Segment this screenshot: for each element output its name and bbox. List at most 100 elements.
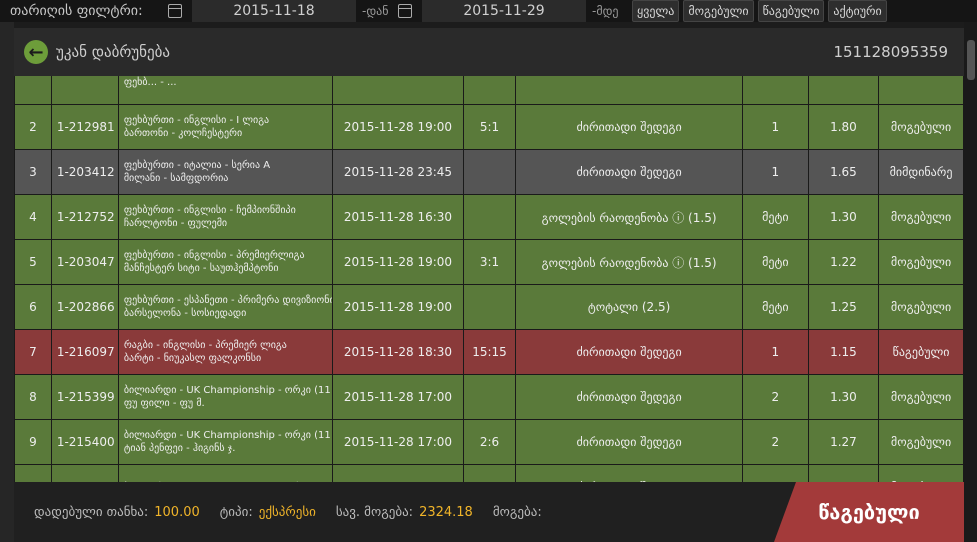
cell-score: 5:1 bbox=[462, 104, 517, 150]
cell-event: ფეხბურთი - ესპანეთი - პრიმერა დივიზიონი ბ… bbox=[117, 284, 334, 330]
event-league: ბილიარდი - UK Championship - ორკი (11 პა… bbox=[123, 385, 332, 396]
cell-odds: 1.22 bbox=[807, 239, 880, 285]
cell-code: 1-203047 bbox=[50, 239, 119, 285]
to-date-input[interactable]: 2015-11-29 bbox=[422, 0, 586, 22]
potential-win-value: 2324.18 bbox=[419, 504, 473, 520]
from-suffix: -დან bbox=[362, 4, 389, 18]
cell-score bbox=[462, 374, 517, 420]
cell-pick bbox=[741, 76, 809, 105]
cell-market: გოლების რაოდენობა ⓘ (1.5) bbox=[515, 194, 743, 240]
cell-code: 1-203412 bbox=[50, 149, 119, 195]
back-arrow-icon[interactable]: ← bbox=[24, 40, 48, 64]
scrollbar[interactable] bbox=[967, 40, 975, 80]
cell-event: ბილიარდი - UK Championship - ორკი (11 პა… bbox=[117, 374, 334, 420]
event-teams: ბარსელონა - სოსიედადი bbox=[123, 308, 247, 319]
event-teams: ბართონი - კოლჩესტერი bbox=[123, 128, 243, 139]
cell-odds: 1.65 bbox=[807, 464, 880, 482]
filter-all-button[interactable]: ყველა bbox=[632, 0, 680, 22]
cell-result: წაგებული bbox=[878, 329, 964, 375]
cell-datetime: 2015-11-28 19:00 bbox=[332, 104, 464, 150]
bets-table-wrapper[interactable]: ფეხბ... - ... 2 1-212981 ფეხბურთი - ინგლისი… bbox=[14, 76, 964, 482]
cell-pick: 1 bbox=[741, 149, 809, 195]
calendar-icon[interactable] bbox=[398, 4, 412, 18]
cell-odds bbox=[807, 76, 880, 105]
cell-pick: 2 bbox=[741, 419, 809, 465]
cell-result: მოგებული bbox=[878, 419, 964, 465]
cell-market: ძირითადი შედეგი bbox=[515, 464, 743, 482]
cell-pick: მეტი bbox=[741, 194, 809, 240]
cell-number: 10 bbox=[14, 464, 52, 482]
cell-event: ფეხბურთი - იტალია - სერია A მილანი - სამფ… bbox=[117, 149, 334, 195]
calendar-icon[interactable] bbox=[168, 4, 182, 18]
cell-market: ტოტალი (2.5) bbox=[515, 284, 743, 330]
cell-number: 4 bbox=[14, 194, 52, 240]
cell-code: 1-212752 bbox=[50, 194, 119, 240]
cell-datetime: 2015-11-28 23:45 bbox=[332, 149, 464, 195]
cell-odds: 1.80 bbox=[807, 104, 880, 150]
background-panel bbox=[0, 22, 14, 542]
cell-market: გოლების რაოდენობა ⓘ (1.5) bbox=[515, 239, 743, 285]
cell-result: მოგებული bbox=[878, 194, 964, 240]
cell-datetime: 2015-11-28 17:00 bbox=[332, 464, 464, 482]
cell-event: ფეხბურთი - ინგლისი - I ლიგა ბართონი - კოლ… bbox=[117, 104, 334, 150]
cell-score bbox=[462, 194, 517, 240]
cell-code: 1-202866 bbox=[50, 284, 119, 330]
event-teams: ჩარლტონი - ფულემი bbox=[123, 218, 228, 229]
type-label: ტიპი: bbox=[219, 504, 253, 520]
filter-won-button[interactable]: მოგებული bbox=[683, 0, 754, 22]
cell-market: ძირითადი შედეგი bbox=[515, 374, 743, 420]
cell-market: ძირითადი შედეგი bbox=[515, 104, 743, 150]
cell-result: მიმდინარე bbox=[878, 149, 964, 195]
event-league: ფეხბურთი - იტალია - სერია A bbox=[123, 160, 271, 171]
cell-code: 1-215400 bbox=[50, 419, 119, 465]
cell-number: 3 bbox=[14, 149, 52, 195]
cell-datetime: 2015-11-28 17:00 bbox=[332, 419, 464, 465]
from-date-input[interactable]: 2015-11-18 bbox=[192, 0, 356, 22]
cell-event: რაგბი - ინგლისი - პრემიერ ლიგა ბარტი - ნი… bbox=[117, 329, 334, 375]
modal-header: ← უკან დაბრუნება 151128095359 bbox=[14, 28, 964, 76]
ticket-footer: დადებული თანხა: 100.00 ტიპი: ექსპრესი სა… bbox=[14, 482, 964, 542]
cell-pick: 1 bbox=[741, 464, 809, 482]
cell-odds: 1.25 bbox=[807, 284, 880, 330]
cell-score bbox=[462, 76, 517, 105]
cell-datetime: 2015-11-28 19:00 bbox=[332, 284, 464, 330]
event-teams: ფუ ფილი - ფუ მ. bbox=[123, 398, 205, 409]
cell-event: ბილიარდი - UK Championship - ორკი (11 პა… bbox=[117, 419, 334, 465]
cell-event: ბილიარდი - UK Championship - ორკი (11 პა… bbox=[117, 464, 334, 482]
event-league: ფეხბ... - ... bbox=[123, 76, 177, 88]
cell-result: მოგებული bbox=[878, 284, 964, 330]
ticket-status-badge: წაგებული bbox=[774, 482, 964, 542]
event-league: ფეხბურთი - ინგლისი - I ლიგა bbox=[123, 115, 270, 126]
ticket-details-modal: ← უკან დაბრუნება 151128095359 ფეხბ... - … bbox=[14, 28, 964, 542]
stake-value: 100.00 bbox=[154, 504, 200, 520]
cell-event: ფეხბ... - ... bbox=[117, 76, 334, 105]
cell-datetime bbox=[332, 76, 464, 105]
cell-score: 2:6 bbox=[462, 419, 517, 465]
cell-market: ძირითადი შედეგი bbox=[515, 149, 743, 195]
back-button[interactable]: უკან დაბრუნება bbox=[56, 43, 170, 61]
background-right bbox=[964, 22, 977, 542]
cell-score bbox=[462, 149, 517, 195]
filter-active-button[interactable]: აქტიური bbox=[828, 0, 887, 22]
filter-lost-button[interactable]: წაგებული bbox=[757, 0, 825, 22]
event-league: ბილიარდი - UK Championship - ორკი (11 პა… bbox=[123, 430, 332, 441]
cell-result: მოგებული bbox=[878, 104, 964, 150]
win-label: მოგება: bbox=[492, 504, 542, 520]
cell-code: 1-215399 bbox=[50, 374, 119, 420]
event-league: ფეხბურთი - ესპანეთი - პრიმერა დივიზიონი bbox=[123, 295, 333, 306]
event-teams: მანჩესტერ სიტი - საუთჰემპტონი bbox=[123, 263, 279, 274]
cell-pick: მეტი bbox=[741, 239, 809, 285]
event-teams: ბარტი - ნიუკასლ ფალკონსი bbox=[123, 353, 262, 364]
table-row: 6 1-202866 ფეხბურთი - ესპანეთი - პრიმერა დ… bbox=[14, 284, 964, 330]
cell-number: 7 bbox=[14, 329, 52, 375]
type-value: ექსპრესი bbox=[258, 504, 316, 520]
cell-score: 15:15 bbox=[462, 329, 517, 375]
cell-code: 1-216097 bbox=[50, 329, 119, 375]
ticket-id: 151128095359 bbox=[833, 43, 948, 61]
table-row: 8 1-215399 ბილიარდი - UK Championship - ორ… bbox=[14, 374, 964, 420]
filter-label: თარიღის ფილტრი: bbox=[10, 3, 143, 19]
cell-odds: 1.30 bbox=[807, 194, 880, 240]
table-row: 7 1-216097 რაგბი - ინგლისი - პრემიერ ლიგა ბ… bbox=[14, 329, 964, 375]
table-row: ფეხბ... - ... bbox=[14, 76, 964, 105]
cell-number: 6 bbox=[14, 284, 52, 330]
